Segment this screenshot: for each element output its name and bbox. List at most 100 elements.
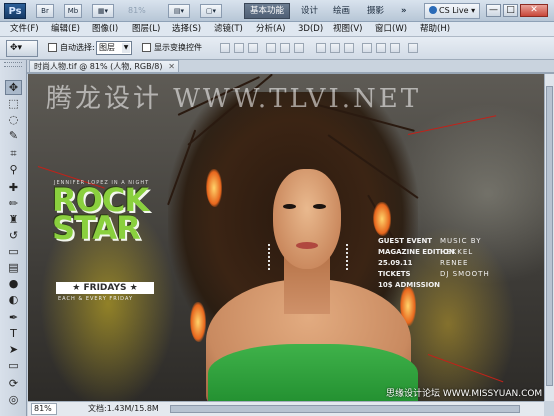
move-tool-icon[interactable]: ✥	[5, 80, 22, 95]
workspace-design[interactable]: 设计	[296, 3, 323, 19]
menu-filter[interactable]: 滤镜(T)	[214, 23, 243, 36]
workspace-photography[interactable]: 摄影	[362, 3, 389, 19]
pen-tool-icon[interactable]: ✒	[5, 310, 22, 325]
shape-tool-icon[interactable]: ▭	[5, 358, 22, 373]
event-left: TICKETS	[378, 270, 411, 278]
event-left: 10$ ADMISSION	[378, 281, 441, 289]
event-row: MAGAZINE EDITION HEKKEL	[378, 247, 523, 258]
type-tool-icon[interactable]: T	[5, 326, 22, 341]
event-right: HEKKEL	[440, 248, 474, 256]
workspace-painting[interactable]: 绘画	[328, 3, 355, 19]
document-size-info[interactable]: 文档:1.43M/15.8M	[88, 402, 159, 416]
quick-select-tool-icon[interactable]: ✎	[5, 128, 22, 143]
event-row: TICKETS DJ SMOOTH	[378, 269, 523, 280]
status-bar: 81% 文档:1.43M/15.8M	[28, 401, 159, 416]
menu-file[interactable]: 文件(F)	[10, 23, 39, 36]
view-extras-button[interactable]: ▦▾	[92, 4, 114, 18]
maximize-button[interactable]: □	[503, 4, 518, 17]
chevron-down-icon: ▼	[122, 43, 130, 53]
3d-rotate-tool-icon[interactable]: ⟳	[5, 376, 22, 391]
poster-banner-label: FRIDAYS	[83, 283, 127, 293]
menu-image[interactable]: 图像(I)	[92, 23, 118, 36]
menu-help[interactable]: 帮助(H)	[420, 23, 450, 36]
history-brush-tool-icon[interactable]: ↺	[5, 228, 22, 243]
cs-live-button[interactable]: CS Live ▾	[424, 3, 481, 19]
show-transform-checkbox[interactable]	[142, 43, 151, 52]
photoshop-logo: Ps	[4, 3, 26, 19]
event-info-block: GUEST EVENT MUSIC BY MAGAZINE EDITION HEKK…	[378, 236, 523, 291]
distribute-top-icon[interactable]	[316, 43, 326, 53]
align-bottom-icon[interactable]	[248, 43, 258, 53]
gradient-tool-icon[interactable]: ▤	[5, 260, 22, 275]
site-watermark: 思缘设计论坛 WWW.MISSYUAN.COM	[386, 389, 543, 399]
close-button[interactable]: ✕	[520, 4, 548, 17]
face	[273, 169, 341, 269]
vertical-scrollbar[interactable]	[544, 74, 554, 401]
menu-3d[interactable]: 3D(D)	[298, 23, 323, 36]
minibridge-button[interactable]: Mb	[64, 4, 82, 18]
distribute-left-icon[interactable]	[362, 43, 372, 53]
bridge-button[interactable]: Br	[36, 4, 54, 18]
eraser-tool-icon[interactable]: ▭	[5, 244, 22, 259]
earring	[268, 244, 275, 270]
screen-mode-button[interactable]: ▢▾	[200, 4, 222, 18]
poster-title: ROCK STAR	[52, 184, 162, 244]
align-hcenter-icon[interactable]	[280, 43, 290, 53]
document-canvas[interactable]: 腾龙设计 WWW.TLVI.NET JENNIFER LOPEZ IN A NI…	[28, 74, 544, 401]
workspace-essentials[interactable]: 基本功能	[244, 3, 291, 19]
zoom-level-select[interactable]: 81%	[128, 4, 166, 18]
options-bar: ✥▾ 自动选择: 图层 ▼ 显示变换控件	[0, 37, 554, 60]
clone-stamp-tool-icon[interactable]: ♜	[5, 212, 22, 227]
menu-select[interactable]: 选择(S)	[172, 23, 201, 36]
auto-select-checkbox[interactable]	[48, 43, 57, 52]
vertical-scroll-thumb[interactable]	[546, 86, 553, 386]
tools-panel: ✥ ⬚ ◌ ✎ ⌗ ⚲ ✚ ✏ ♜ ↺ ▭ ▤ ● ◐ ✒ T ➤ ▭ ⟳ ◎	[0, 60, 27, 416]
tool-preset-picker[interactable]: ✥▾	[6, 40, 38, 57]
horizontal-scrollbar[interactable]	[150, 401, 544, 416]
flame-effect	[373, 202, 391, 236]
dodge-tool-icon[interactable]: ◐	[5, 292, 22, 307]
align-top-icon[interactable]	[220, 43, 230, 53]
brush-tool-icon[interactable]: ✏	[5, 196, 22, 211]
right-eye	[313, 204, 326, 209]
distribute-right-icon[interactable]	[390, 43, 400, 53]
menu-bar: 文件(F) 编辑(E) 图像(I) 图层(L) 选择(S) 滤镜(T) 分析(A…	[0, 22, 554, 37]
arrange-documents-button[interactable]: ▤▾	[168, 4, 190, 18]
align-vcenter-icon[interactable]	[234, 43, 244, 53]
left-eye	[283, 204, 296, 209]
3d-orbit-tool-icon[interactable]: ◎	[5, 392, 22, 407]
event-right: RENEE	[440, 259, 469, 267]
menu-analysis[interactable]: 分析(A)	[256, 23, 285, 36]
menu-layer[interactable]: 图层(L)	[132, 23, 160, 36]
watermark-text: 腾龙设计 WWW.TLVI.NET	[46, 84, 422, 114]
menu-edit[interactable]: 编辑(E)	[51, 23, 80, 36]
healing-tool-icon[interactable]: ✚	[5, 180, 22, 195]
align-right-icon[interactable]	[294, 43, 304, 53]
event-right: DJ SMOOTH	[440, 270, 490, 278]
application-bar: Ps Br Mb ▦▾ 81% ▤▾ ▢▾ 基本功能 设计 绘画 摄影 » CS…	[0, 0, 554, 22]
distribute-bottom-icon[interactable]	[344, 43, 354, 53]
lasso-tool-icon[interactable]: ◌	[5, 112, 22, 127]
path-select-tool-icon[interactable]: ➤	[5, 342, 22, 357]
auto-align-icon[interactable]	[408, 43, 418, 53]
event-left: 25.09.11	[378, 259, 413, 267]
more-workspaces-button[interactable]: »	[396, 3, 412, 19]
flame-effect	[190, 302, 206, 342]
auto-select-target-select[interactable]: 图层 ▼	[96, 41, 132, 55]
distribute-vcenter-icon[interactable]	[330, 43, 340, 53]
eyedropper-tool-icon[interactable]: ⚲	[5, 162, 22, 177]
status-zoom-field[interactable]: 81%	[31, 403, 57, 415]
distribute-hcenter-icon[interactable]	[376, 43, 386, 53]
event-row: GUEST EVENT MUSIC BY	[378, 236, 523, 247]
panel-grip[interactable]	[4, 62, 22, 67]
marquee-tool-icon[interactable]: ⬚	[5, 96, 22, 111]
minimize-button[interactable]: —	[486, 4, 501, 17]
blur-tool-icon[interactable]: ●	[5, 276, 22, 291]
menu-window[interactable]: 窗口(W)	[375, 23, 407, 36]
horizontal-scroll-thumb[interactable]	[170, 405, 520, 413]
crop-tool-icon[interactable]: ⌗	[5, 146, 22, 161]
event-right: MUSIC BY	[440, 237, 482, 245]
menu-view[interactable]: 视图(V)	[333, 23, 362, 36]
align-left-icon[interactable]	[266, 43, 276, 53]
cs-live-label: CS Live	[439, 6, 469, 15]
